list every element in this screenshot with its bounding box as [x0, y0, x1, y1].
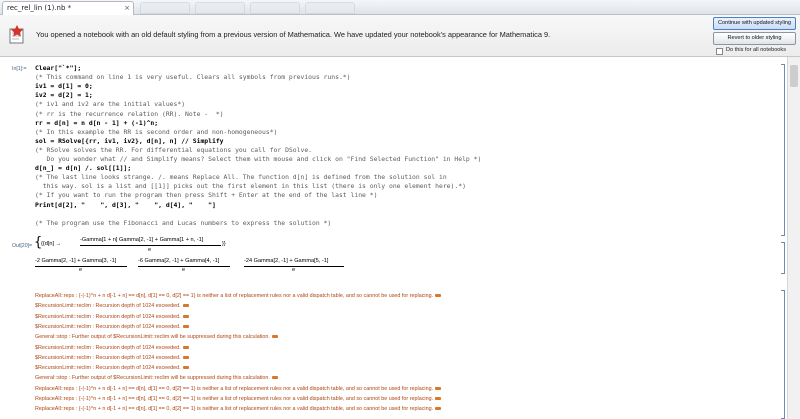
- output-value-denominator: e: [182, 267, 186, 273]
- all-notebooks-checkbox[interactable]: [716, 48, 723, 55]
- warning-notebook-icon: [9, 25, 24, 44]
- error-message-text: $RecursionLimit::reclim : Recursion dept…: [35, 354, 181, 361]
- output-value-denominator: e: [292, 267, 296, 273]
- error-message-text: $RecursionLimit::reclim : Recursion dept…: [35, 303, 181, 310]
- messages-cell-bracket[interactable]: [781, 290, 785, 419]
- orange-arrow-icon[interactable]: [435, 407, 442, 411]
- fraction-bar: [80, 245, 221, 246]
- vertical-scrollbar[interactable]: [787, 57, 800, 419]
- error-message-text: $RecursionLimit::reclim : Recursion dept…: [35, 344, 181, 351]
- orange-arrow-icon[interactable]: [435, 386, 442, 390]
- input-cell-bracket[interactable]: [781, 64, 785, 236]
- revert-older-styling-button[interactable]: Revert to older styling: [713, 32, 796, 45]
- close-icon[interactable]: ×: [124, 2, 130, 14]
- error-message: $RecursionLimit::reclim : Recursion dept…: [35, 303, 189, 309]
- orange-arrow-icon[interactable]: [435, 397, 442, 401]
- code-line[interactable]: (* iv1 and iv2 are the initial values*): [35, 100, 185, 108]
- output-lhs: {{d[n] →: [41, 241, 62, 247]
- code-line[interactable]: Print[d[2], " ", d[3], " ", d[4], " "]: [35, 201, 216, 209]
- background-tab[interactable]: [140, 2, 190, 14]
- styling-update-banner: You opened a notebook with an old defaul…: [0, 15, 800, 57]
- error-message-text: ReplaceAll::reps : {-(-1)^n + n d[-1 + n…: [35, 293, 434, 299]
- output-value-denominator: e: [79, 267, 83, 273]
- notebook-tab[interactable]: rec_rel_lin (1).nb * ×: [2, 1, 134, 15]
- banner-message: You opened a notebook with an old defaul…: [36, 30, 551, 39]
- code-line[interactable]: (* If you want to run the program then p…: [35, 191, 377, 199]
- code-line[interactable]: (* In this example the RR is second orde…: [35, 128, 277, 136]
- output-numerator: -Gamma[1 + n] Gamma[2, -1] + Gamma[1 + n…: [80, 237, 204, 243]
- code-line[interactable]: (* RSolve solves the RR. For differentia…: [35, 146, 312, 154]
- code-line[interactable]: (* This command on line 1 is very useful…: [35, 73, 351, 81]
- orange-arrow-icon[interactable]: [182, 324, 189, 328]
- error-message: General::stop : Further output of $Recur…: [35, 334, 278, 340]
- code-line[interactable]: Do you wonder what // and Simplify means…: [35, 155, 482, 163]
- background-tab[interactable]: [250, 2, 300, 14]
- orange-arrow-icon[interactable]: [182, 366, 189, 370]
- error-message: ReplaceAll::reps : {-(-1)^n + n d[-1 + n…: [35, 406, 442, 413]
- error-message-text: ReplaceAll::reps : {-(-1)^n + n d[-1 + n…: [35, 385, 434, 392]
- continue-updated-styling-button[interactable]: Continue with updated styling: [713, 17, 796, 30]
- orange-arrow-icon[interactable]: [271, 376, 278, 380]
- error-message-text: ReplaceAll::reps : {-(-1)^n + n d[-1 + n…: [35, 406, 434, 413]
- background-tab[interactable]: [195, 2, 245, 14]
- error-message-text: $RecursionLimit::reclim : Recursion dept…: [35, 313, 181, 320]
- background-tab[interactable]: [305, 2, 355, 14]
- orange-arrow-icon[interactable]: [182, 314, 189, 318]
- error-message-text: General::stop : Further output of $Recur…: [35, 334, 270, 341]
- scrollbar-thumb[interactable]: [790, 65, 798, 87]
- orange-arrow-icon[interactable]: [435, 294, 442, 298]
- input-label: In[1]:=: [12, 66, 27, 72]
- orange-arrow-icon[interactable]: [182, 345, 189, 349]
- code-line[interactable]: d[n_] = d[n] /. sol[[1]];: [35, 164, 131, 172]
- error-message-text: ReplaceAll::reps : {-(-1)^n + n d[-1 + n…: [35, 396, 434, 402]
- output-cell-bracket[interactable]: [781, 242, 785, 274]
- output-value-numerator: -24 Gamma[2, -1] + Gamma[5, -1]: [244, 258, 329, 264]
- code-line[interactable]: Clear["`*"];: [35, 64, 81, 72]
- error-message: $RecursionLimit::reclim : Recursion dept…: [35, 324, 189, 330]
- output-label: Out[20]=: [12, 243, 33, 249]
- error-message: $RecursionLimit::reclim : Recursion dept…: [35, 345, 189, 351]
- code-line[interactable]: sol = RSolve[{rr, iv1, iv2}, d[n], n] //…: [35, 137, 224, 145]
- code-line[interactable]: rr = d[n] = n d[n - 1] + (-1)^n;: [35, 119, 158, 127]
- code-line[interactable]: (* The program use the Fibonacci and Luc…: [35, 219, 331, 227]
- error-message-text: $RecursionLimit::reclim : Recursion dept…: [35, 365, 181, 372]
- output-denominator: e: [148, 247, 152, 253]
- orange-arrow-icon[interactable]: [182, 304, 189, 308]
- code-line[interactable]: (* rr is the recurrence relation (RR). N…: [35, 110, 224, 118]
- error-message: General::stop : Further output of $Recur…: [35, 375, 278, 381]
- code-line[interactable]: this way. sol is a list and [[1]] picks …: [35, 182, 466, 190]
- error-message: ReplaceAll::reps : {-(-1)^n + n d[-1 + n…: [35, 396, 442, 402]
- error-message-text: $RecursionLimit::reclim : Recursion dept…: [35, 323, 181, 330]
- window-title-bar: rec_rel_lin (1).nb * ×: [0, 0, 800, 15]
- output-close: }}: [222, 241, 226, 247]
- error-message: ReplaceAll::reps : {-(-1)^n + n d[-1 + n…: [35, 385, 442, 392]
- output-value-numerator: -2 Gamma[2, -1] + Gamma[3, -1]: [35, 258, 117, 264]
- orange-arrow-icon[interactable]: [271, 335, 278, 339]
- output-value-numerator: -6 Gamma[2, -1] + Gamma[4, -1]: [138, 258, 220, 264]
- code-line[interactable]: iv2 = d[2] = 1;: [35, 91, 93, 99]
- notebook-tab-title: rec_rel_lin (1).nb *: [7, 4, 72, 12]
- error-message: ReplaceAll::reps : {-(-1)^n + n d[-1 + n…: [35, 293, 442, 299]
- error-message-text: General::stop : Further output of $Recur…: [35, 375, 270, 382]
- orange-arrow-icon[interactable]: [182, 355, 189, 359]
- error-message: $RecursionLimit::reclim : Recursion dept…: [35, 314, 189, 320]
- error-message: $RecursionLimit::reclim : Recursion dept…: [35, 365, 189, 371]
- error-message: $RecursionLimit::reclim : Recursion dept…: [35, 355, 189, 361]
- code-line[interactable]: iv1 = d[1] = 0;: [35, 82, 93, 90]
- all-notebooks-checkbox-label: Do this for all notebooks: [726, 47, 787, 53]
- code-line[interactable]: (* The last line looks strange. /. means…: [35, 173, 447, 181]
